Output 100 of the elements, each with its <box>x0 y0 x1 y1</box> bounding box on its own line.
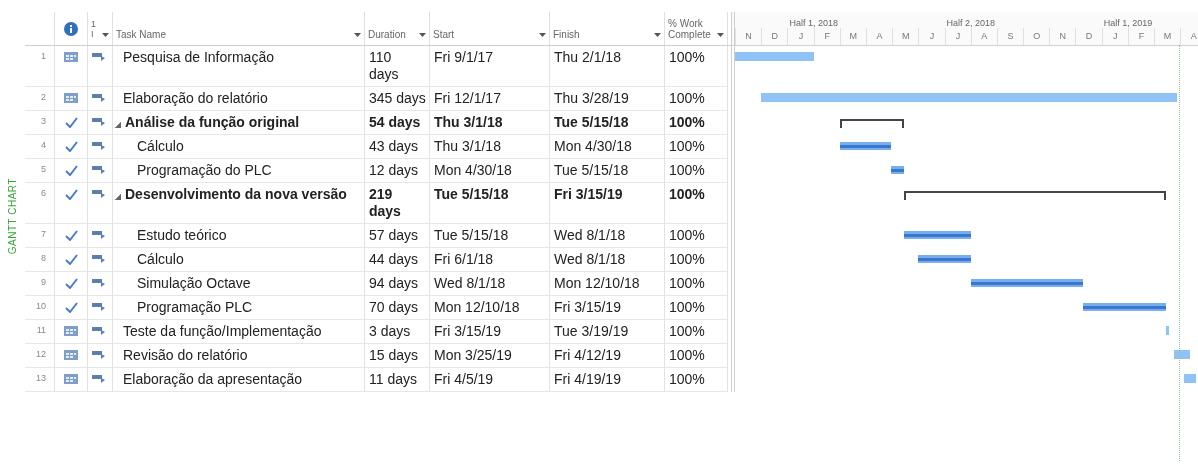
finish-date: Tue 5/15/18 <box>554 162 629 178</box>
gantt-bar[interactable] <box>918 255 971 263</box>
timescale-label: M <box>901 31 910 41</box>
row-number: 2 <box>41 92 46 102</box>
duration: 345 days <box>369 90 426 106</box>
duration: 70 days <box>369 299 419 315</box>
collapse-triangle-icon[interactable] <box>115 122 121 128</box>
caret-icon[interactable] <box>717 33 724 37</box>
timescale-label: Half 2, 2018 <box>946 18 996 28</box>
task-mode-icon <box>92 254 106 264</box>
timescale-label: F <box>824 31 830 41</box>
timescale-label: A <box>981 31 988 41</box>
task-mode-icon <box>92 189 106 199</box>
timescale-label: N <box>1059 31 1067 41</box>
caret-icon[interactable] <box>102 33 109 37</box>
caret-icon[interactable] <box>419 33 426 37</box>
task-mode-icon <box>92 350 106 360</box>
row-number: 1 <box>41 51 46 61</box>
start-date: Wed 8/1/18 <box>434 275 506 291</box>
task-name: Simulação Octave <box>137 275 251 292</box>
caret-icon[interactable] <box>539 33 546 37</box>
finish-date: Tue 5/15/18 <box>554 114 629 130</box>
collapse-triangle-icon[interactable] <box>115 194 121 200</box>
finish-date: Mon 12/10/18 <box>554 275 640 291</box>
task-mode-icon <box>92 117 106 127</box>
gantt-bar[interactable] <box>839 142 892 150</box>
task-mode-icon <box>92 230 106 240</box>
gantt-bar[interactable] <box>1183 374 1197 383</box>
timescale-label: D <box>1085 31 1093 41</box>
work-complete: 100% <box>669 227 705 243</box>
work-complete: 100% <box>669 114 705 130</box>
caret-icon[interactable] <box>654 33 661 37</box>
row-number: 11 <box>36 325 46 335</box>
duration: 110 days <box>369 49 399 82</box>
finish-date: Thu 2/1/18 <box>554 49 621 65</box>
task-name: Cálculo <box>137 251 184 268</box>
work-complete: 100% <box>669 49 705 65</box>
task-name: Cálculo <box>137 138 184 155</box>
row-number: 10 <box>36 301 46 311</box>
work-complete: 100% <box>669 251 705 267</box>
timescale-label: N <box>745 31 752 41</box>
start-date: Fri 3/15/19 <box>434 323 501 339</box>
start-date: Fri 12/1/17 <box>434 90 501 106</box>
task-mode-icon <box>92 374 106 384</box>
task-name: Elaboração do relatório <box>123 90 268 107</box>
column-header[interactable]: Finish <box>553 29 580 40</box>
gantt-bar[interactable] <box>891 166 904 174</box>
gantt-bar[interactable] <box>1083 303 1166 311</box>
work-complete: 100% <box>669 162 705 178</box>
duration: 44 days <box>369 251 419 267</box>
timescale-label: J <box>955 31 961 41</box>
timescale-label: Half 1, 2019 <box>1103 18 1153 28</box>
task-mode-icon <box>92 93 106 103</box>
row-number: 8 <box>41 253 46 263</box>
duration: 11 days <box>369 371 417 387</box>
view-bar-label[interactable]: GANTT CHART <box>7 178 18 255</box>
duration: 12 days <box>369 162 419 178</box>
duration: 15 days <box>369 347 419 363</box>
start-date: Mon 12/10/18 <box>434 299 520 315</box>
timescale-label: Half 1, 2018 <box>789 18 838 28</box>
start-date: Fri 6/1/18 <box>434 251 494 267</box>
task-mode-icon <box>92 52 106 62</box>
start-date: Thu 3/1/18 <box>434 114 503 130</box>
row-number: 13 <box>36 373 46 383</box>
work-complete: 100% <box>669 347 705 363</box>
column-header[interactable]: Start <box>433 29 455 40</box>
start-date: Mon 3/25/19 <box>434 347 512 363</box>
finish-date: Fri 3/15/19 <box>554 299 621 315</box>
gantt-bar[interactable] <box>904 231 971 239</box>
duration: 43 days <box>369 138 419 154</box>
task-name: Análise da função original <box>125 114 300 131</box>
finish-date: Mon 4/30/18 <box>554 138 632 154</box>
finish-date: Wed 8/1/18 <box>554 251 626 267</box>
row-number: 9 <box>41 277 46 287</box>
column-header[interactable]: Duration <box>368 29 406 40</box>
column-header[interactable]: % Work Complete <box>668 18 711 40</box>
gantt-bar[interactable] <box>970 279 1084 287</box>
work-complete: 100% <box>669 275 705 291</box>
caret-icon[interactable] <box>354 33 361 37</box>
duration: 94 days <box>369 275 419 291</box>
start-date: Fri 9/1/17 <box>434 49 494 65</box>
task-mode-icon <box>92 141 106 151</box>
work-complete: 100% <box>669 299 705 315</box>
column-header[interactable]: 1 I <box>91 20 96 40</box>
timescale-label: J <box>929 31 935 41</box>
start-date: Tue 5/15/18 <box>434 227 509 243</box>
timescale-label: M <box>849 31 858 41</box>
gantt-bar[interactable] <box>1166 326 1170 335</box>
finish-date: Wed 8/1/18 <box>554 227 626 243</box>
row-number: 7 <box>41 229 46 239</box>
task-mode-icon <box>92 326 106 336</box>
task-name: Pesquisa de Informação <box>123 49 274 66</box>
finish-date: Fri 3/15/19 <box>554 186 623 202</box>
start-date: Mon 4/30/18 <box>434 162 512 178</box>
timescale-label: O <box>1033 31 1041 41</box>
finish-date: Fri 4/19/19 <box>554 371 621 387</box>
column-header[interactable]: Task Name <box>116 29 166 40</box>
start-date: Tue 5/15/18 <box>434 186 509 202</box>
row-number: 5 <box>41 164 46 174</box>
work-complete: 100% <box>669 90 705 106</box>
